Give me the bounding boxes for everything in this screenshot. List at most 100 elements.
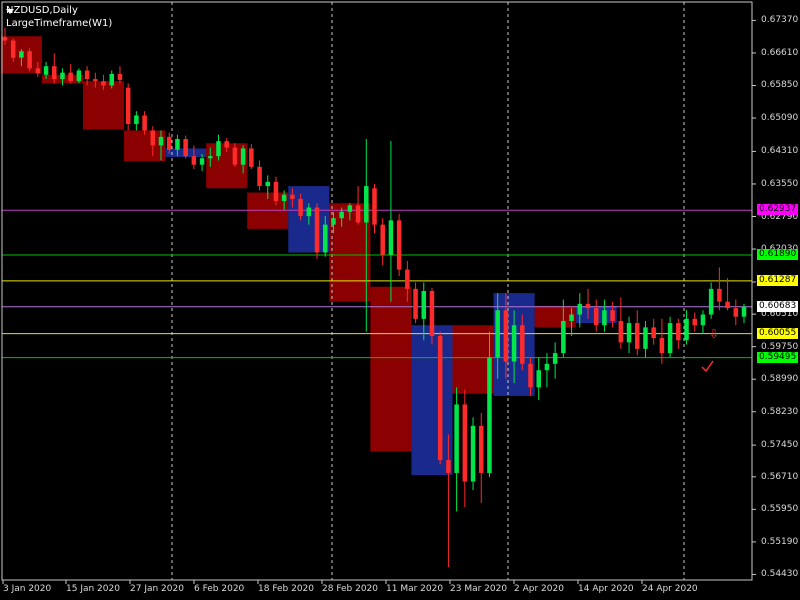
y-tick-label: 0.58230	[761, 406, 799, 417]
chart-window[interactable]: ⇩ NZDUSD,Daily LargeTimeframe(W1) 0.6737…	[0, 0, 800, 600]
y-tick-label: 0.59750	[761, 341, 799, 352]
candle-body	[273, 181, 279, 202]
candle-body	[659, 338, 665, 354]
candle-body	[347, 205, 353, 212]
y-tick-label: 0.55190	[761, 536, 799, 547]
candle-body	[355, 205, 361, 223]
x-tick-label: 11 Mar 2020	[386, 584, 444, 594]
candle-body	[454, 404, 459, 473]
candle-body	[117, 73, 123, 80]
candle-body	[331, 218, 336, 225]
y-tick-label: 0.64310	[761, 146, 799, 157]
candle-body	[577, 303, 583, 315]
weekly-box	[411, 325, 453, 476]
candle-body	[676, 323, 681, 341]
symbol-title: NZDUSD,Daily	[6, 5, 78, 16]
candle-body	[265, 181, 271, 187]
x-tick-label: 15 Jan 2020	[66, 584, 120, 594]
price-tag: 0.61287	[757, 274, 799, 286]
x-tick-label: 2 Apr 2020	[514, 584, 564, 594]
weekly-box	[124, 130, 166, 162]
candle-body	[216, 141, 221, 157]
candle-body	[602, 310, 607, 326]
candle-body	[651, 327, 656, 339]
candle-body	[175, 139, 180, 150]
candle-body	[528, 363, 533, 388]
y-tick-label: 0.54430	[761, 569, 799, 580]
candle-body	[569, 314, 574, 321]
candle-body	[429, 291, 435, 336]
check-marker-icon	[701, 360, 714, 373]
candle-body	[109, 73, 115, 86]
price-tag: 0.59495	[757, 351, 799, 363]
candle-body	[142, 115, 147, 131]
price-tag: 0.60683	[757, 300, 799, 312]
x-tick-label: 23 Mar 2020	[450, 584, 508, 594]
candle-body	[610, 310, 615, 321]
candle-body	[536, 370, 541, 388]
x-tick-label: 14 Apr 2020	[578, 584, 634, 594]
candle-body	[421, 291, 427, 319]
candle-body	[626, 323, 632, 343]
candle-body	[290, 194, 295, 199]
candle-body	[27, 51, 32, 69]
candle-body	[741, 306, 747, 317]
x-tick-label: 18 Feb 2020	[258, 584, 315, 594]
sell-marker-icon: ⇩	[709, 327, 719, 341]
candle-body	[503, 310, 509, 362]
candle-body	[725, 301, 730, 309]
candle-body	[240, 148, 246, 165]
candle-body	[339, 211, 344, 219]
candle-body	[733, 308, 739, 317]
candle-body	[462, 404, 468, 482]
candle-body	[495, 310, 500, 358]
candle-body	[183, 139, 188, 157]
candle-body	[487, 357, 492, 473]
candle-body	[643, 327, 648, 349]
price-tag: 0.61890	[757, 249, 799, 261]
candle-body	[35, 68, 41, 74]
candle-body	[191, 156, 197, 165]
candle-body	[52, 66, 57, 80]
candle-body	[388, 220, 394, 255]
candle-body	[561, 320, 566, 354]
price-tag: 0.60055	[757, 327, 799, 339]
price-tag: 0.62937	[757, 204, 799, 216]
x-tick-label: 6 Feb 2020	[194, 584, 245, 594]
candle-body	[322, 224, 328, 253]
x-tick-label: 3 Jan 2020	[3, 584, 52, 594]
candle-body	[84, 70, 90, 80]
price-chart[interactable]: ⇩	[0, 0, 800, 600]
candle-body	[520, 325, 525, 364]
candle-body	[544, 363, 550, 371]
candle-body	[76, 70, 82, 82]
candle-body	[166, 136, 172, 150]
candle-body	[208, 156, 213, 159]
candle-body	[60, 72, 65, 80]
x-tick-label: 28 Feb 2020	[322, 584, 379, 594]
candle-body	[125, 87, 131, 125]
candle-body	[224, 141, 229, 148]
candle-body	[437, 335, 443, 461]
candle-body	[306, 207, 312, 217]
candle-body	[692, 318, 697, 326]
candle-body	[364, 186, 369, 223]
indicator-label: LargeTimeframe(W1)	[6, 18, 113, 29]
candle-body	[618, 320, 624, 343]
candle-body	[667, 323, 673, 354]
candle-body	[446, 460, 451, 473]
candle-body	[552, 353, 558, 364]
candle-body	[593, 308, 599, 326]
candle-body	[93, 79, 98, 82]
y-tick-label: 0.57450	[761, 440, 799, 451]
candle-body	[43, 66, 49, 75]
x-tick-label: 24 Apr 2020	[642, 584, 698, 594]
y-tick-label: 0.65850	[761, 80, 799, 91]
y-tick-label: 0.63550	[761, 178, 799, 189]
candle-body	[380, 224, 385, 255]
y-tick-label: 0.56710	[761, 471, 799, 482]
candle-body	[511, 325, 517, 362]
candle-body	[101, 81, 106, 86]
candle-body	[10, 40, 16, 58]
candle-body	[708, 288, 714, 315]
